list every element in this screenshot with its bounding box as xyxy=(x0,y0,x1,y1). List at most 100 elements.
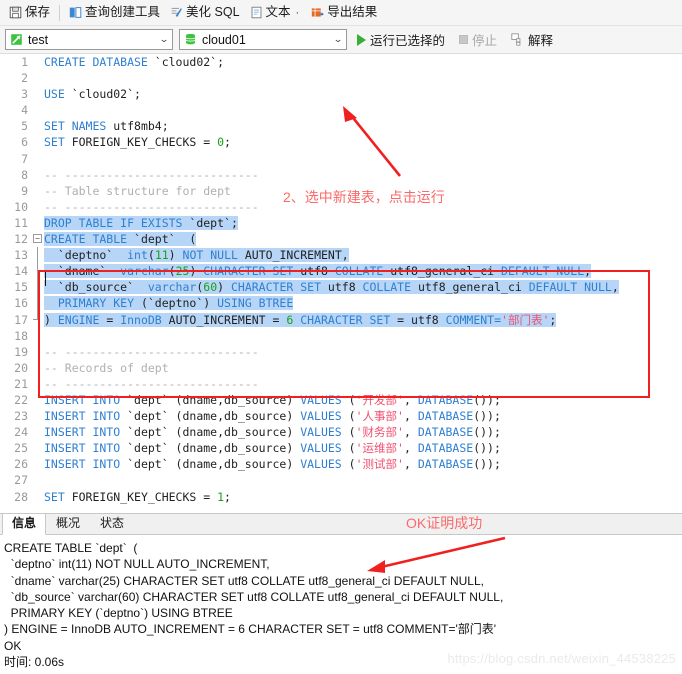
beautify-sql-button[interactable]: 美化 SQL xyxy=(165,4,245,21)
code-line[interactable]: 12− CREATE TABLE `dept` ( xyxy=(0,231,682,247)
main-toolbar: 保存 查询创建工具 美化 SQL 文本 · 导出结果 xyxy=(0,0,682,26)
stop-button[interactable]: 停止 xyxy=(455,28,501,51)
code-token: int xyxy=(127,248,148,263)
code-token: utf8_general_ci xyxy=(390,264,502,279)
annotation-step2: 2、选中新建表，点击运行 xyxy=(283,189,445,205)
code-token: '部门表' xyxy=(501,312,550,327)
code-token: ( xyxy=(168,264,176,279)
tab-profile[interactable]: 概况 xyxy=(46,513,90,534)
code-line[interactable]: 5 SET NAMES utf8mb4; xyxy=(0,118,682,134)
run-selected-button[interactable]: 运行已选择的 xyxy=(353,28,449,51)
fold-end-line xyxy=(37,311,38,320)
code-token: utf8 xyxy=(300,264,335,279)
code-line[interactable]: 23 INSERT INTO `dept` (dname,db_source) V… xyxy=(0,408,682,424)
code-token: utf8mb4; xyxy=(113,119,169,134)
code-line[interactable]: 1 CREATE DATABASE `cloud02`; xyxy=(0,54,682,70)
code-line-text: `dname` varchar(25) CHARACTER SET utf8 C… xyxy=(44,264,592,279)
code-line[interactable]: 21 -- ---------------------------- xyxy=(0,376,682,392)
save-button[interactable]: 保存 xyxy=(4,4,55,21)
code-token: FOREIGN_KEY_CHECKS = xyxy=(71,489,218,504)
code-line-text: `db_source` varchar(60) CHARACTER SET ut… xyxy=(44,280,619,295)
code-token: ; xyxy=(224,135,231,150)
code-line[interactable]: 15 `db_source` varchar(60) CHARACTER SET… xyxy=(0,279,682,296)
code-line-text: -- Records of dept xyxy=(44,361,169,375)
explain-icon xyxy=(511,33,524,46)
code-line[interactable]: 2 xyxy=(0,70,682,86)
code-line[interactable]: 7 xyxy=(0,151,682,167)
query-builder-button[interactable]: 查询创建工具 xyxy=(64,4,165,21)
code-line[interactable]: 20 -- Records of dept xyxy=(0,360,682,376)
query-builder-label: 查询创建工具 xyxy=(85,5,161,20)
fold-collapse-icon[interactable]: − xyxy=(33,233,42,243)
code-token: CHARACTER SET xyxy=(300,312,398,327)
save-button-label: 保存 xyxy=(25,5,51,20)
code-token: SET xyxy=(44,489,72,504)
code-line[interactable]: 3 USE `cloud02`; xyxy=(0,86,682,102)
code-token: ()); xyxy=(473,392,501,407)
code-line[interactable]: 27 xyxy=(0,472,682,488)
code-token: ( xyxy=(348,392,356,407)
sql-code-area[interactable]: 1 CREATE DATABASE `cloud02`; 2 3 USE `cloud0… xyxy=(0,54,682,513)
code-line[interactable]: 4 xyxy=(0,102,682,118)
tab-info[interactable]: 信息 xyxy=(2,513,47,535)
code-token: 0 xyxy=(217,135,225,150)
explain-button[interactable]: 解释 xyxy=(507,28,557,51)
code-line[interactable]: 14 `dname` varchar(25) CHARACTER SET utf… xyxy=(0,263,682,280)
code-line[interactable]: 24 INSERT INTO `dept` (dname,db_source) V… xyxy=(0,424,682,440)
code-line[interactable]: 18 xyxy=(0,328,682,344)
code-line[interactable]: 26 INSERT INTO `dept` (dname,db_source) V… xyxy=(0,456,682,472)
code-line[interactable]: 22 INSERT INTO `dept` (dname,db_source) V… xyxy=(0,392,682,408)
code-token: COLLATE xyxy=(362,280,418,295)
code-line[interactable]: 16 PRIMARY KEY (`deptno`) USING BTREE xyxy=(0,295,682,312)
database-select[interactable]: cloud01 ⌄ xyxy=(179,29,347,50)
connection-select[interactable]: test ⌄ xyxy=(5,29,173,50)
annotation-ok-note: OK证明成功 xyxy=(406,515,483,531)
code-line-text: SET FOREIGN_KEY_CHECKS = 0; xyxy=(44,135,231,149)
code-token: CREATE TABLE xyxy=(44,232,135,247)
text-caret xyxy=(45,272,46,286)
code-token: DEFAULT NULL xyxy=(501,264,585,279)
code-token: `dept` (dname,db_source) xyxy=(127,392,301,407)
play-icon xyxy=(357,33,366,46)
code-token: ()); xyxy=(473,425,501,440)
chevron-down-icon[interactable]: ⌄ xyxy=(331,34,343,45)
text-button[interactable]: 文本 · xyxy=(245,4,307,21)
code-line[interactable]: 11 DROP TABLE IF EXISTS `dept`; xyxy=(0,215,682,231)
code-token: INSERT INTO xyxy=(44,425,128,440)
code-token: ) xyxy=(44,312,58,327)
chevron-down-icon[interactable]: ⌄ xyxy=(157,34,169,45)
code-token: , xyxy=(403,441,418,456)
export-icon xyxy=(311,6,325,19)
code-token: AUTO_INCREMENT = xyxy=(168,312,287,327)
sql-editor[interactable]: 1 CREATE DATABASE `cloud02`; 2 3 USE `cloud0… xyxy=(0,54,682,513)
code-token: DROP TABLE IF EXISTS xyxy=(44,215,190,230)
code-line-text: INSERT INTO `dept` (dname,db_source) VAL… xyxy=(44,457,501,471)
code-token: ( xyxy=(348,441,356,456)
line-number: 27 xyxy=(14,473,28,488)
code-line[interactable]: 17) ENGINE = InnoDB AUTO_INCREMENT = 6 C… xyxy=(0,311,682,328)
code-line-text: INSERT INTO `dept` (dname,db_source) VAL… xyxy=(44,425,501,439)
code-line[interactable]: 19 -- ---------------------------- xyxy=(0,344,682,360)
code-token: SET NAMES xyxy=(44,119,114,134)
line-number: 24 xyxy=(14,425,28,440)
code-token: `dept` (dname,db_source) xyxy=(127,457,301,472)
code-line-text: USE `cloud02`; xyxy=(44,87,141,101)
code-line[interactable]: 25 INSERT INTO `dept` (dname,db_source) V… xyxy=(0,440,682,456)
code-token: -- ---------------------------- xyxy=(44,199,259,214)
line-number: 7 xyxy=(21,151,28,166)
code-line-text: -- ---------------------------- xyxy=(44,200,259,214)
database-value: cloud01 xyxy=(202,32,246,47)
code-line[interactable]: 13 `deptno` int(11) NOT NULL AUTO_INCREM… xyxy=(0,247,682,264)
query-builder-icon xyxy=(69,6,82,19)
code-token: `dname` xyxy=(44,264,121,279)
tab-status[interactable]: 状态 xyxy=(90,513,134,534)
text-dropdown-dot[interactable]: · xyxy=(294,7,302,19)
code-token: `dept` ( xyxy=(134,232,197,247)
code-line[interactable]: 6 SET FOREIGN_KEY_CHECKS = 0; xyxy=(0,134,682,150)
code-line[interactable]: 8 -- ---------------------------- xyxy=(0,167,682,183)
beautify-sql-label: 美化 SQL xyxy=(186,5,240,20)
code-line[interactable]: 28 SET FOREIGN_KEY_CHECKS = 1; xyxy=(0,489,682,505)
code-token: , xyxy=(584,264,592,279)
export-result-button[interactable]: 导出结果 xyxy=(306,4,382,21)
code-line-text: INSERT INTO `dept` (dname,db_source) VAL… xyxy=(44,393,501,407)
